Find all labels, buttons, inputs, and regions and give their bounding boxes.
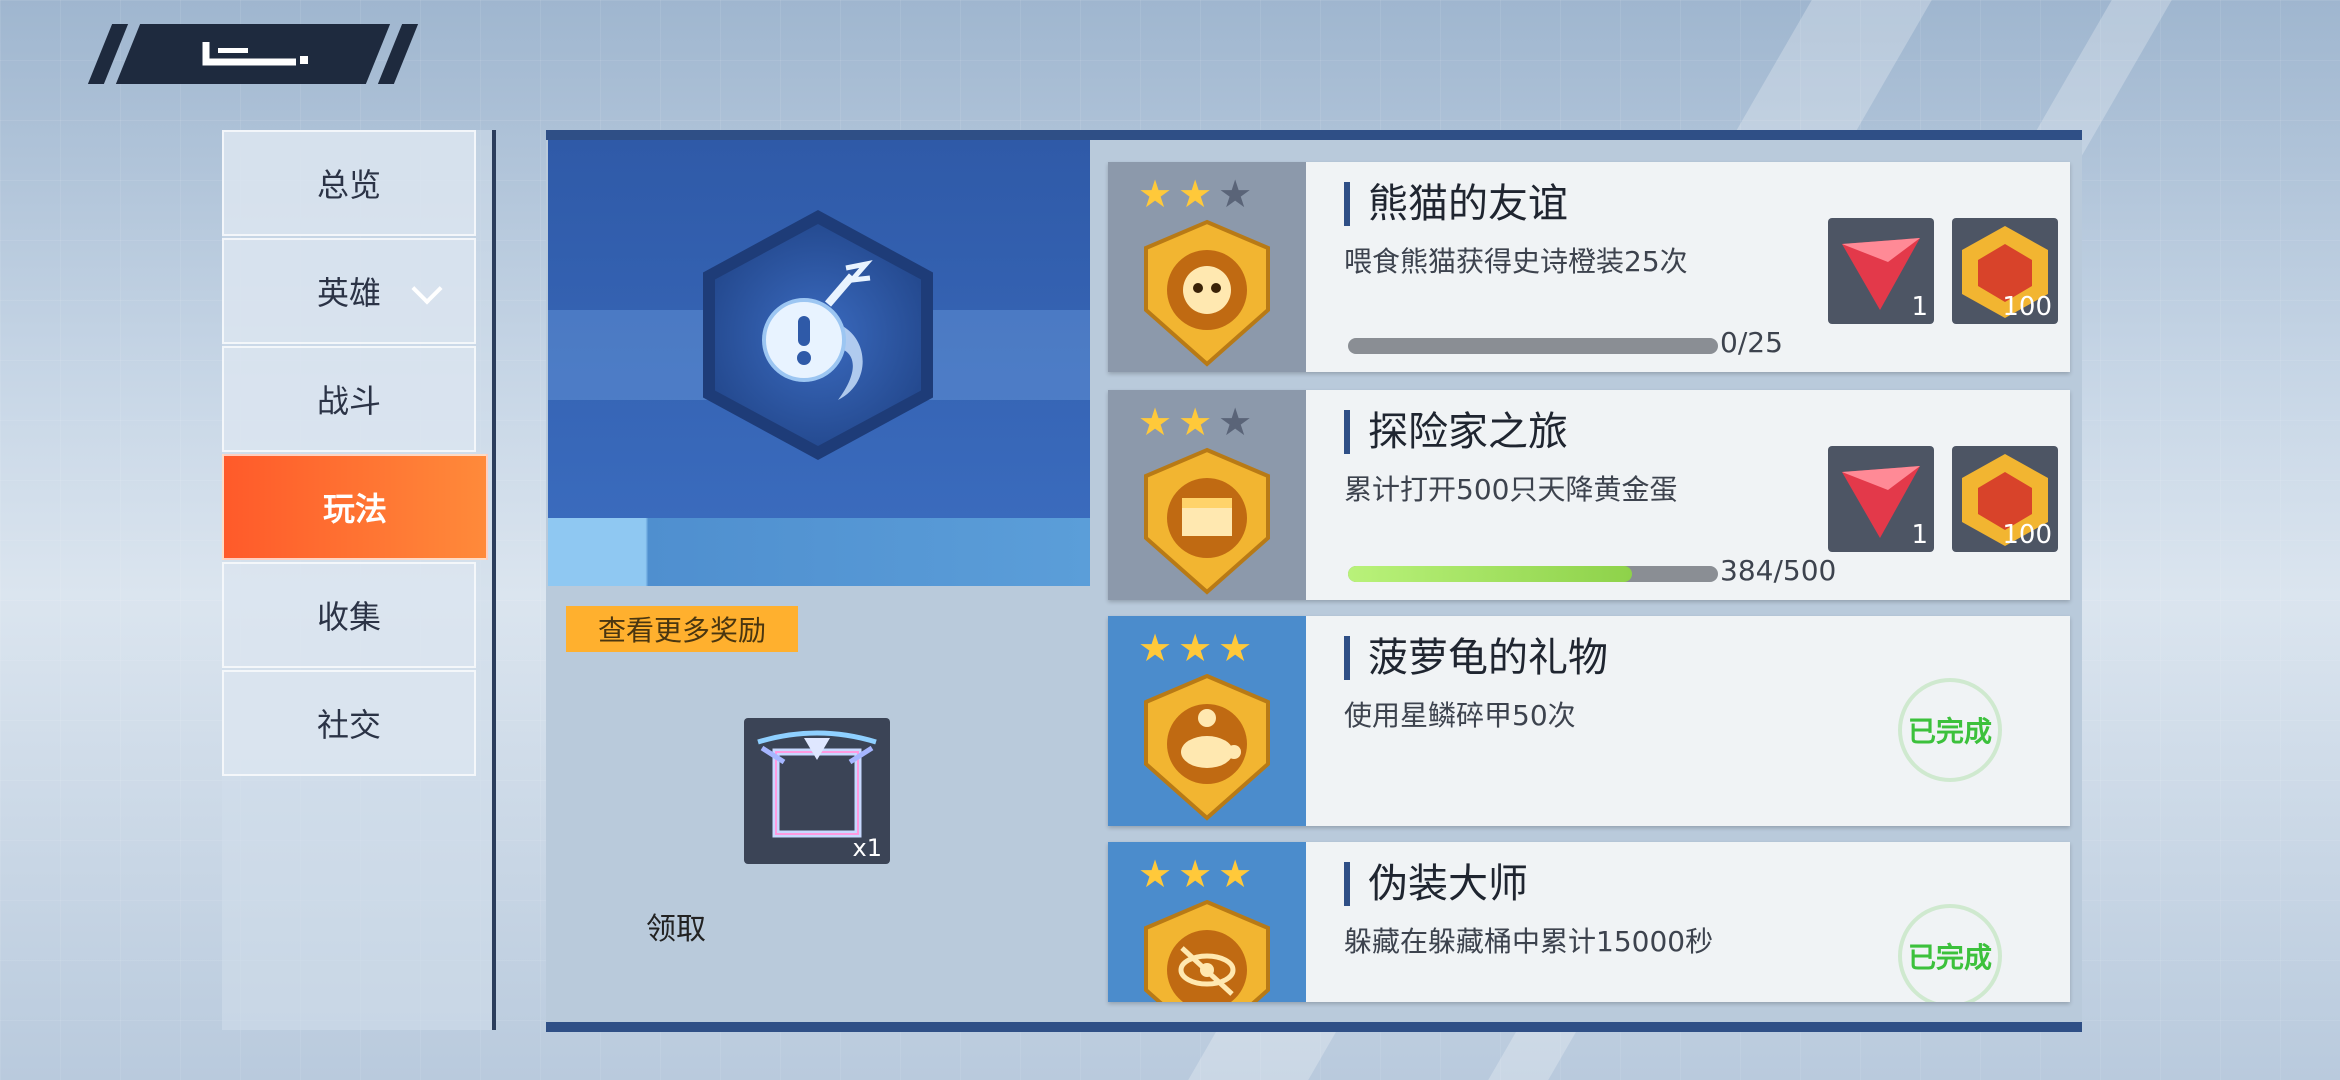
star-icon: ★	[1218, 626, 1259, 670]
back-button[interactable]	[87, 24, 419, 84]
achievement-card: ★★★ 菠萝龟的礼物 使用星鳞碎甲50次 已完成	[1108, 616, 2070, 826]
reward-quantity: x1	[852, 834, 882, 862]
star-icon: ★	[1138, 852, 1179, 896]
menu-item-overview[interactable]: 总览	[222, 130, 476, 236]
reward-count: 1	[1911, 520, 1928, 550]
view-more-rewards-button[interactable]: 查看更多奖励	[566, 606, 798, 652]
menu-item-gameplay[interactable]: 玩法	[222, 454, 488, 560]
star-icon: ★	[1218, 852, 1259, 896]
panel-top-border	[546, 130, 2082, 140]
progress-bar	[1348, 338, 1718, 354]
star-icon: ★	[1138, 400, 1179, 444]
claim-button[interactable]: 领取	[646, 904, 706, 948]
star-rating: ★★★	[1138, 172, 1258, 216]
eye-badge-icon	[1144, 899, 1270, 1002]
reward-item[interactable]: 100	[1952, 446, 2058, 552]
achievement-card: ★★★ 伪装大师 躲藏在躲藏桶中累计15000秒 已完成	[1108, 842, 2070, 1002]
chest-badge-icon	[1144, 447, 1270, 595]
menu-item-heroes[interactable]: 英雄	[222, 238, 476, 344]
menu-item-label: 战斗	[316, 382, 381, 420]
progress-bar	[1348, 566, 1718, 582]
progress-fill	[1348, 566, 1633, 582]
completed-badge: 已完成	[1898, 904, 2002, 1002]
panda-badge-icon	[1144, 219, 1270, 367]
reward-item[interactable]: 100	[1952, 218, 2058, 324]
reward-count: 100	[2002, 520, 2052, 550]
menu-item-label: 英雄	[316, 274, 381, 312]
star-rating: ★★★	[1138, 852, 1258, 896]
achievement-card: ★★★ 探险家之旅 累计打开500只天降黄金蛋 384/500 1 100	[1108, 390, 2070, 600]
category-menu: 总览 英雄 战斗 玩法 收集 社交	[222, 130, 496, 1030]
star-icon: ★	[1178, 400, 1219, 444]
achievement-description: 使用星鳞碎甲50次	[1344, 699, 1576, 732]
reward-item[interactable]: 1	[1828, 446, 1934, 552]
achievement-title: 熊猫的友谊	[1344, 182, 1568, 226]
star-rating: ★★★	[1138, 400, 1258, 444]
turtle-badge-icon	[1144, 673, 1270, 821]
reward-item[interactable]: 1	[1828, 218, 1934, 324]
achievement-title: 菠萝龟的礼物	[1344, 636, 1608, 680]
back-arrow-icon	[202, 42, 308, 66]
menu-item-label: 收集	[316, 598, 381, 636]
completed-badge: 已完成	[1898, 678, 2002, 782]
category-showcase	[548, 140, 1090, 518]
achievement-card: ★★★ 熊猫的友谊 喂食熊猫获得史诗橙装25次 0/25 1 100	[1108, 162, 2070, 372]
star-icon: ★	[1178, 626, 1219, 670]
progress-text: 0/25	[1720, 326, 1783, 359]
menu-item-collection[interactable]: 收集	[222, 562, 476, 668]
star-icon: ★	[1178, 852, 1219, 896]
menu-item-label: 玩法	[322, 490, 387, 528]
achievement-title: 伪装大师	[1344, 862, 1528, 906]
chevron-down-icon	[411, 273, 443, 305]
showcase-sub-bar	[548, 518, 1090, 586]
bomb-icon	[762, 260, 873, 400]
star-empty-icon: ★	[1218, 400, 1259, 444]
star-icon: ★	[1178, 172, 1219, 216]
achievement-title: 探险家之旅	[1344, 410, 1568, 454]
star-icon: ★	[1138, 172, 1179, 216]
achievement-description: 喂食熊猫获得史诗橙装25次	[1344, 245, 1688, 278]
star-rating: ★★★	[1138, 626, 1258, 670]
reward-count: 100	[2002, 292, 2052, 322]
menu-item-label: 总览	[316, 166, 381, 204]
panel-bottom-border	[546, 1022, 2082, 1032]
achievement-description: 躲藏在躲藏桶中累计15000秒	[1344, 925, 1714, 958]
menu-item-battle[interactable]: 战斗	[222, 346, 476, 452]
reward-avatar-frame[interactable]: x1	[744, 718, 890, 864]
reward-count: 1	[1911, 292, 1928, 322]
star-empty-icon: ★	[1218, 172, 1259, 216]
star-icon: ★	[1138, 626, 1179, 670]
achievement-description: 累计打开500只天降黄金蛋	[1344, 473, 1678, 506]
menu-item-social[interactable]: 社交	[222, 670, 476, 776]
progress-text: 384/500	[1720, 554, 1837, 587]
menu-item-label: 社交	[316, 706, 381, 744]
